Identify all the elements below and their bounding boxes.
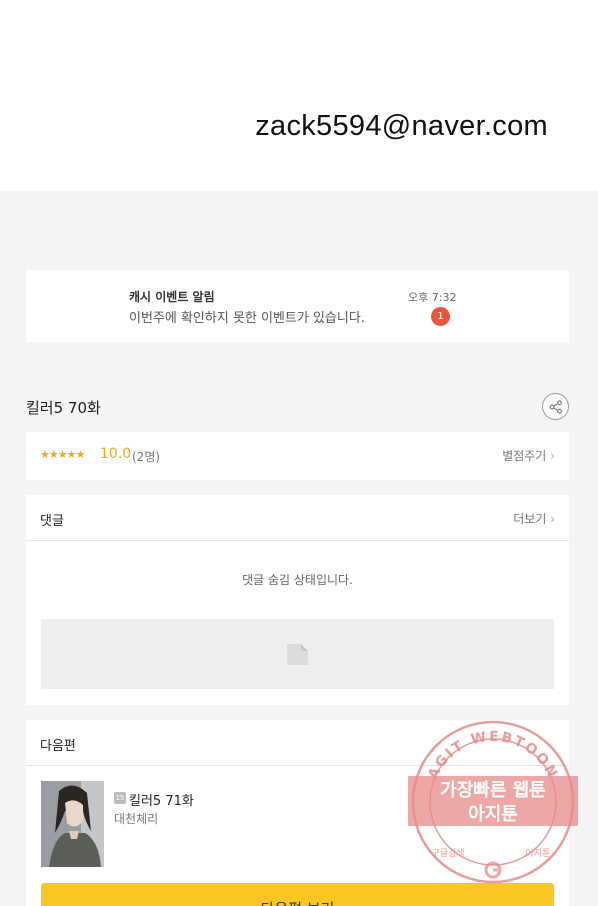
star-rating-icons: ★★★★★ (40, 448, 85, 461)
comments-more-button[interactable]: 더보기 › (513, 510, 555, 527)
notification-body: 이번주에 확인하지 못한 이벤트가 있습니다. (129, 311, 365, 326)
next-episode-section-title: 다음편 (40, 739, 76, 754)
notification-badge: 1 (431, 307, 450, 326)
share-icon (549, 399, 562, 414)
age-rating-badge: 15 (114, 792, 126, 804)
share-button[interactable] (542, 393, 569, 420)
comments-title: 댓글 (40, 514, 64, 529)
notification-time: 오후 7:32 (408, 291, 457, 304)
comments-header: 댓글 더보기 › (26, 495, 569, 541)
comments-hidden-message: 댓글 숨김 상태입니다. (242, 573, 353, 587)
next-episode-title[interactable]: 킬러5 71화 (129, 790, 194, 809)
comments-more-label: 더보기 (513, 512, 547, 526)
character-thumbnail-image (41, 781, 104, 867)
rating-votes: (2명) (132, 450, 161, 464)
episode-title: 킬러5 70화 (26, 399, 101, 417)
rating-score: 10.0 (100, 446, 132, 462)
ad-placeholder-icon (287, 644, 308, 665)
rating-card: ★★★★★ 10.0 (2명) 별점주기 › (26, 432, 569, 480)
next-episode-thumbnail[interactable] (41, 781, 104, 867)
next-episode-author: 대천체리 (114, 812, 159, 826)
ad-placeholder[interactable] (41, 619, 554, 689)
header-area (0, 0, 598, 191)
rate-button[interactable]: 별점주기 › (502, 447, 555, 464)
next-episode-button[interactable]: 다음편 보기 (41, 883, 554, 906)
next-episode-card: 다음편 15 킬러5 71화 대천체리 다음편 보기 (26, 720, 569, 906)
user-email: zack5594@naver.com (255, 110, 548, 142)
chevron-right-icon: › (550, 449, 555, 463)
chevron-right-icon: › (550, 512, 555, 526)
rate-button-label: 별점주기 (502, 449, 547, 463)
next-episode-header: 다음편 (26, 720, 569, 766)
notification-card[interactable]: 캐시 이벤트 알림 이번주에 확인하지 못한 이벤트가 있습니다. 오후 7:3… (26, 270, 569, 342)
comments-card: 댓글 더보기 › 댓글 숨김 상태입니다. (26, 495, 569, 705)
notification-title: 캐시 이벤트 알림 (129, 290, 215, 304)
